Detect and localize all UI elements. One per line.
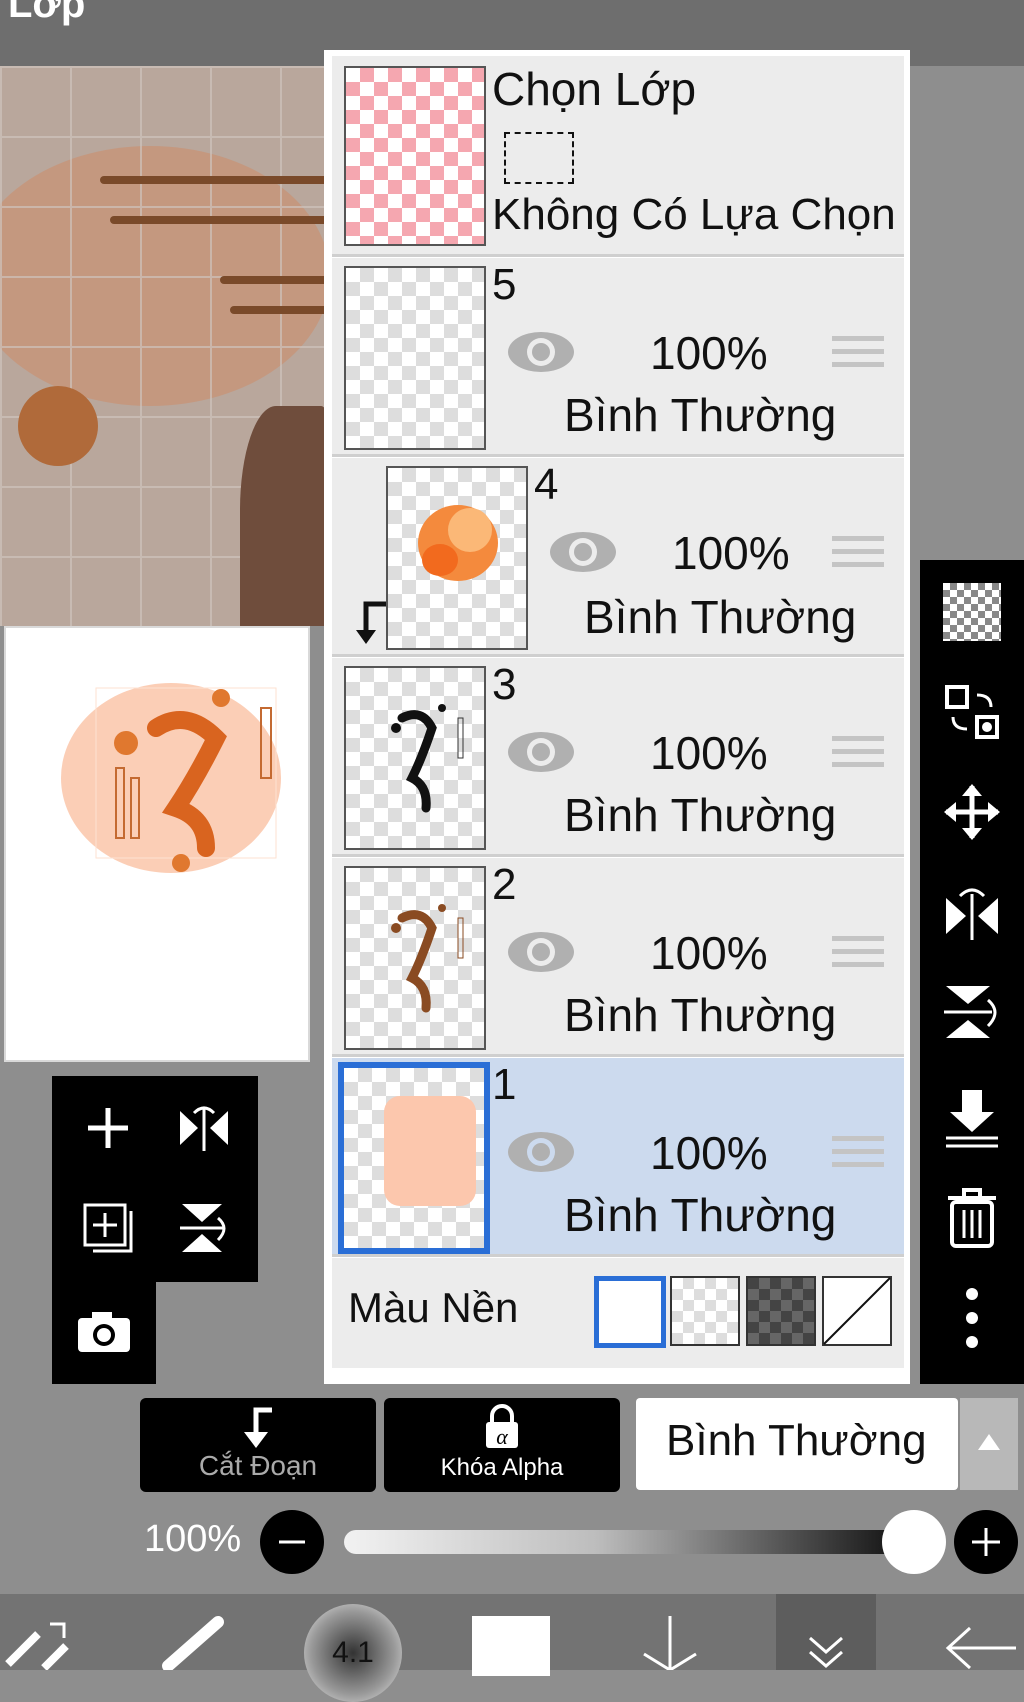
layer-opacity: 100% <box>650 1127 768 1179</box>
layer-blend-mode: Bình Thường <box>564 389 837 441</box>
down-arrow-icon[interactable] <box>630 1614 710 1670</box>
transform-icon[interactable] <box>940 680 1004 744</box>
layer-thumbnail <box>344 866 486 1050</box>
transform-tool-icon[interactable] <box>4 1620 74 1670</box>
camera-pad <box>52 1282 156 1384</box>
add-layer-icon[interactable] <box>68 1088 148 1168</box>
add-copy-icon[interactable] <box>68 1188 148 1268</box>
blend-mode-select[interactable]: Bình Thường <box>636 1398 958 1490</box>
drag-handle-icon[interactable] <box>832 536 884 576</box>
opacity-slider-thumb[interactable] <box>882 1510 946 1574</box>
visibility-eye-icon[interactable] <box>548 530 618 574</box>
drag-handle-icon[interactable] <box>832 336 884 376</box>
opacity-slider-track[interactable] <box>344 1530 904 1554</box>
background-color-row: Màu Nền <box>332 1258 904 1368</box>
bg-checker-dark-option[interactable] <box>746 1276 816 1346</box>
selection-marquee-icon <box>504 132 574 184</box>
layer-number: 2 <box>492 860 517 909</box>
layer-opacity: 100% <box>650 927 768 979</box>
layer-actions-pad <box>52 1076 258 1282</box>
more-icon[interactable] <box>940 1286 1004 1350</box>
trash-icon[interactable] <box>940 1186 1004 1250</box>
canvas-background-artwork <box>0 66 330 626</box>
clip-arrow-icon <box>244 1407 272 1448</box>
alpha-lock-button[interactable]: α Khóa Alpha <box>384 1398 620 1492</box>
drag-handle-icon[interactable] <box>832 936 884 976</box>
opacity-value-label: 100% <box>144 1518 242 1560</box>
drag-handle-icon[interactable] <box>832 736 884 776</box>
clipping-arrow-icon <box>356 601 386 644</box>
bg-white-option[interactable] <box>594 1276 666 1348</box>
camera-icon[interactable] <box>64 1292 144 1372</box>
layer-row-1[interactable]: 1 100% Bình Thường <box>332 1058 904 1257</box>
bg-none-option[interactable] <box>822 1276 892 1346</box>
alpha-lock-label: Khóa Alpha <box>440 1454 564 1481</box>
merge-down-icon[interactable] <box>940 1086 1004 1150</box>
layer-thumbnail <box>344 666 486 850</box>
layer-number: 3 <box>492 660 517 709</box>
page-title: Lớp <box>8 0 86 26</box>
selection-thumbnail <box>344 66 486 246</box>
minus-icon <box>279 1540 305 1544</box>
brush-size-preview[interactable]: 4.1 <box>304 1604 402 1702</box>
layer-number: 1 <box>492 1060 517 1109</box>
checker-icon[interactable] <box>940 580 1004 644</box>
flip-vertical-icon[interactable] <box>940 980 1004 1044</box>
canvas-preview[interactable] <box>4 626 310 1062</box>
layer-blend-mode: Bình Thường <box>584 591 857 643</box>
visibility-eye-icon[interactable] <box>506 330 576 374</box>
back-arrow-icon[interactable] <box>940 1622 1020 1672</box>
selection-status: Không Có Lựa Chọn <box>492 190 896 239</box>
clipping-label: Cắt Đoạn <box>198 1450 318 1481</box>
bg-checker-light-option[interactable] <box>670 1276 740 1346</box>
layer-thumbnail <box>386 466 528 650</box>
color-swatch[interactable] <box>472 1616 550 1676</box>
brush-icon[interactable] <box>160 1614 230 1670</box>
layer-opacity: 100% <box>650 327 768 379</box>
drag-handle-icon[interactable] <box>832 1136 884 1176</box>
right-toolbar <box>920 560 1024 1384</box>
layers-nav-button[interactable] <box>776 1594 876 1670</box>
flip-v-icon[interactable] <box>164 1188 244 1268</box>
flip-h-icon[interactable] <box>164 1088 244 1168</box>
background-label: Màu Nền <box>348 1284 519 1331</box>
layer-number: 5 <box>492 260 517 309</box>
layer-blend-mode: Bình Thường <box>564 789 837 841</box>
visibility-eye-icon[interactable] <box>506 730 576 774</box>
layer-thumbnail <box>338 1062 490 1254</box>
selection-layer-row[interactable]: Chọn Lớp Không Có Lựa Chọn <box>332 56 904 257</box>
layer-opacity: 100% <box>650 727 768 779</box>
layer-row-4[interactable]: 4 100% Bình Thường <box>332 458 904 657</box>
double-chevron-down-icon <box>809 1636 843 1668</box>
blend-mode-value: Bình Thường <box>666 1416 927 1465</box>
layer-blend-mode: Bình Thường <box>564 1189 837 1241</box>
layers-panel: Chọn Lớp Không Có Lựa Chọn 5 100% Bình T… <box>324 50 910 1384</box>
plus-icon <box>972 1528 1000 1556</box>
visibility-eye-icon[interactable] <box>506 1130 576 1174</box>
opacity-decrease-button[interactable] <box>260 1510 324 1574</box>
lock-icon: α <box>486 1404 518 1449</box>
bottom-navigation: 4.1 <box>0 1594 1024 1702</box>
brush-size-label: 4.1 <box>332 1636 374 1669</box>
selection-title: Chọn Lớp <box>492 63 697 115</box>
layer-row-3[interactable]: 3 100% Bình Thường <box>332 658 904 857</box>
blend-mode-dropdown-button[interactable] <box>960 1398 1018 1490</box>
move-icon[interactable] <box>940 780 1004 844</box>
layer-blend-mode: Bình Thường <box>564 989 837 1041</box>
layer-thumbnail <box>344 266 486 450</box>
svg-text:α: α <box>496 1424 508 1449</box>
opacity-increase-button[interactable] <box>954 1510 1018 1574</box>
visibility-eye-icon[interactable] <box>506 930 576 974</box>
triangle-up-icon <box>978 1434 1000 1450</box>
layer-number: 4 <box>534 460 559 509</box>
layer-opacity: 100% <box>672 527 790 579</box>
flip-horizontal-icon[interactable] <box>940 880 1004 944</box>
clipping-button[interactable]: Cắt Đoạn <box>140 1398 376 1492</box>
layer-row-5[interactable]: 5 100% Bình Thường <box>332 258 904 457</box>
layer-row-2[interactable]: 2 100% Bình Thường <box>332 858 904 1057</box>
